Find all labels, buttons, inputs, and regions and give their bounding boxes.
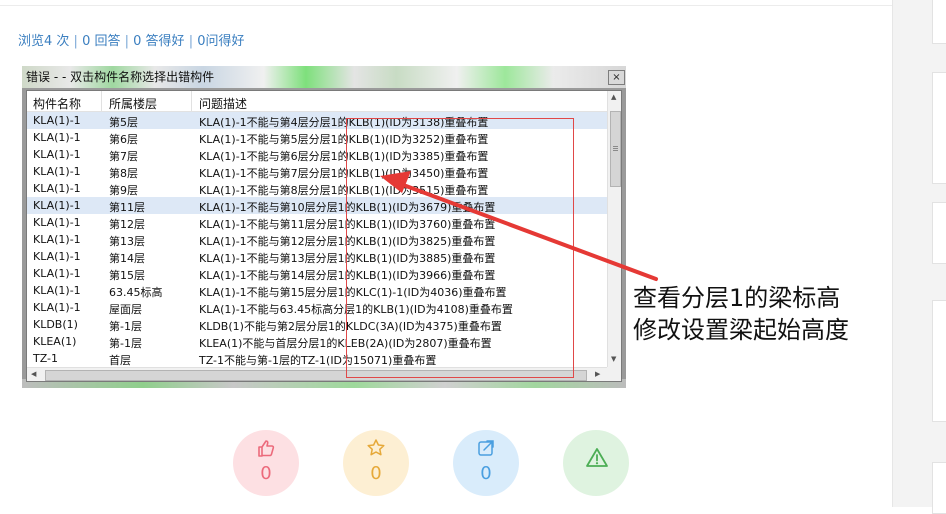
thumbs-up-icon: [258, 440, 275, 457]
like-button[interactable]: 0: [233, 430, 299, 496]
favorite-count: 0: [370, 463, 382, 484]
share-icon: [478, 440, 494, 456]
share-button[interactable]: 0: [453, 430, 519, 496]
report-button[interactable]: [563, 430, 629, 496]
annotation-arrow: [380, 171, 658, 281]
warning-icon: [586, 448, 608, 467]
share-count: 0: [480, 463, 492, 484]
star-icon: [367, 439, 385, 456]
like-count: 0: [260, 463, 272, 484]
annotation-text: 查看分层1的梁标高 修改设置梁起始高度: [633, 282, 849, 346]
favorite-button[interactable]: 0: [343, 430, 409, 496]
annotation-line-2: 修改设置梁起始高度: [633, 316, 849, 344]
annotation-line-1: 查看分层1的梁标高: [633, 284, 841, 312]
